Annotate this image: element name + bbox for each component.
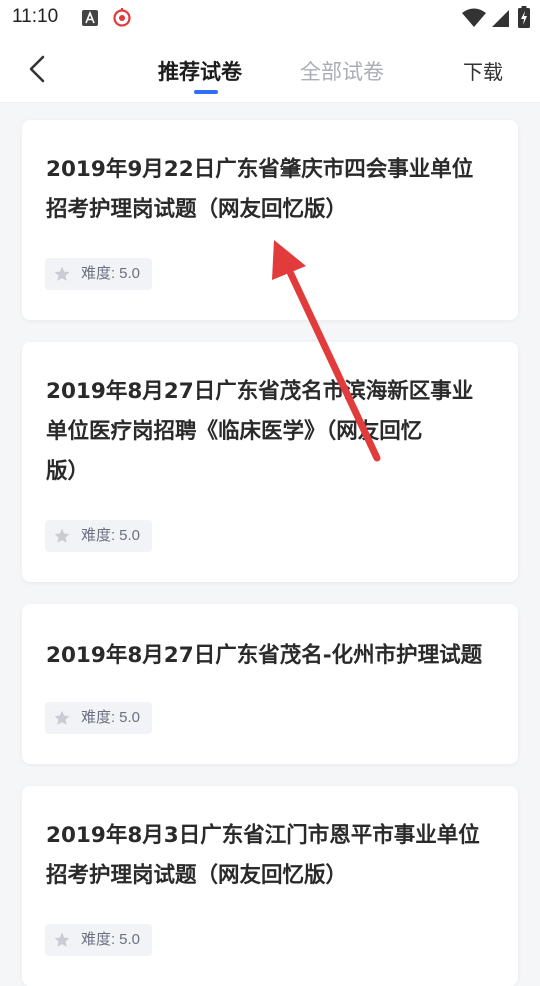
- difficulty-label: 难度:: [81, 709, 116, 726]
- tab-recommended-papers[interactable]: 推荐试卷: [158, 56, 242, 86]
- paper-title-line: 招考护理岗试题（网友回忆版）: [46, 197, 348, 222]
- paper-title-line: 2019年9月22日广东省肇庆市四会事业单位: [46, 157, 474, 182]
- nav-bar: 推荐试卷 全部试卷 下载: [0, 36, 540, 103]
- difficulty-badge: 难度: 5.0: [45, 520, 153, 552]
- target-icon: [113, 8, 131, 27]
- star-icon: [54, 932, 70, 947]
- paper-title-line: 2019年8月27日广东省茂名-化州市护理试题: [46, 643, 483, 668]
- difficulty-value: 5.0: [119, 709, 141, 726]
- difficulty-value: 5.0: [119, 527, 141, 544]
- a-icon: [82, 10, 98, 26]
- difficulty-label: 难度:: [81, 931, 116, 948]
- tab-all-papers[interactable]: 全部试卷: [300, 56, 384, 86]
- paper-title-line: 2019年8月27日广东省茂名市滨海新区事业: [46, 379, 474, 404]
- paper-title: 2019年9月22日广东省肇庆市四会事业单位 招考护理岗试题（网友回忆版）: [46, 150, 498, 230]
- difficulty-badge: 难度: 5.0: [45, 702, 153, 734]
- paper-title-line: 招考护理岗试题（网友回忆版）: [46, 863, 348, 888]
- status-time: 11:10: [12, 6, 59, 27]
- star-icon: [54, 266, 70, 281]
- signal-icon: [492, 10, 509, 27]
- paper-card[interactable]: 2019年9月22日广东省肇庆市四会事业单位 招考护理岗试题（网友回忆版） 难度…: [22, 120, 518, 320]
- star-icon: [54, 528, 70, 543]
- paper-card[interactable]: 2019年8月27日广东省茂名市滨海新区事业 单位医疗岗招聘《临床医学》（网友回…: [22, 342, 518, 582]
- paper-title-line: 版）: [46, 459, 90, 484]
- paper-title: 2019年8月3日广东省江门市恩平市事业单位 招考护理岗试题（网友回忆版）: [46, 816, 498, 896]
- status-bar: 11:10: [0, 0, 540, 36]
- active-tab-indicator: [194, 90, 218, 94]
- paper-title: 2019年8月27日广东省茂名-化州市护理试题: [46, 636, 498, 676]
- paper-title: 2019年8月27日广东省茂名市滨海新区事业 单位医疗岗招聘《临床医学》（网友回…: [46, 372, 498, 492]
- download-button[interactable]: 下载: [463, 56, 503, 85]
- wifi-icon: [462, 8, 486, 27]
- paper-title-line: 2019年8月3日广东省江门市恩平市事业单位: [46, 823, 480, 848]
- star-icon: [54, 710, 70, 725]
- difficulty-badge: 难度: 5.0: [45, 924, 153, 956]
- back-arrow-icon[interactable]: [24, 54, 52, 84]
- paper-card[interactable]: 2019年8月3日广东省江门市恩平市事业单位 招考护理岗试题（网友回忆版） 难度…: [22, 786, 518, 986]
- difficulty-label: 难度:: [81, 527, 116, 544]
- difficulty-value: 5.0: [119, 931, 141, 948]
- difficulty-badge: 难度: 5.0: [45, 258, 153, 290]
- paper-card[interactable]: 2019年8月27日广东省茂名-化州市护理试题 难度: 5.0: [22, 604, 518, 764]
- paper-title-line: 单位医疗岗招聘《临床医学》（网友回忆: [46, 419, 423, 444]
- difficulty-value: 5.0: [119, 265, 141, 282]
- battery-icon: [518, 6, 530, 28]
- difficulty-label: 难度:: [81, 265, 116, 282]
